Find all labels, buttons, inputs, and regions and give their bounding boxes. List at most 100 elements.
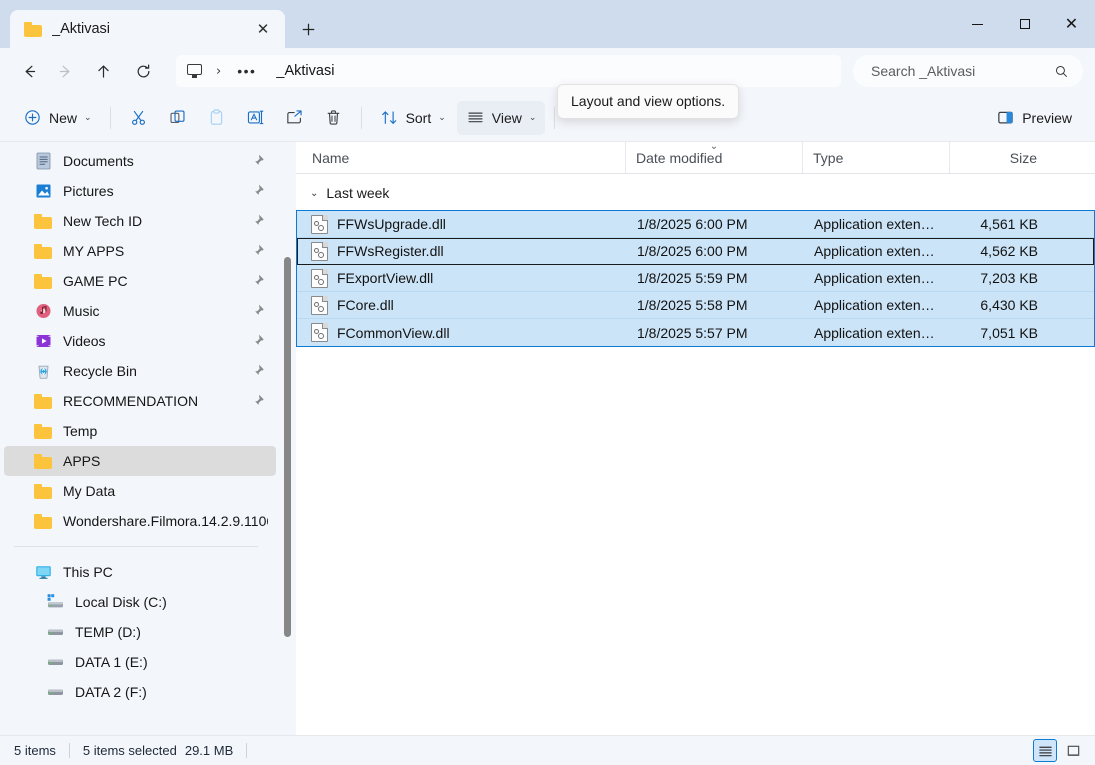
sidebar-item-music[interactable]: Music: [4, 296, 276, 326]
sidebar-item-this-pc[interactable]: This PC: [4, 557, 276, 587]
minimize-button[interactable]: [954, 0, 1001, 48]
sidebar-item-new-tech-id[interactable]: New Tech ID: [4, 206, 276, 236]
sidebar-item-label: RECOMMENDATION: [63, 393, 244, 409]
view-toggle-group: [1033, 739, 1085, 762]
table-row[interactable]: FCore.dll 1/8/2025 5:58 PM Application e…: [297, 292, 1094, 319]
details-view-button[interactable]: [1033, 739, 1057, 762]
up-button[interactable]: [86, 55, 120, 87]
column-header-filler: [1051, 142, 1095, 173]
new-tab-button[interactable]: [291, 13, 325, 45]
window-controls: ✕: [954, 0, 1095, 48]
tooltip-layout-and-view-options: Layout and view options.: [557, 84, 739, 119]
explorer-body: Documents Pictures: [0, 142, 1095, 735]
drive-icon: [46, 683, 65, 701]
sidebar-item-label: Documents: [63, 153, 244, 169]
dll-file-icon: [311, 215, 328, 234]
arrow-left-icon: [20, 62, 39, 81]
status-bar: 5 items 5 items selected 29.1 MB: [0, 735, 1095, 765]
preview-button-label: Preview: [1022, 110, 1072, 126]
search-input[interactable]: Search _Aktivasi: [853, 55, 1083, 87]
file-type: Application extens…: [804, 243, 951, 259]
copy-icon: [168, 108, 187, 127]
sidebar-item-my-data[interactable]: My Data: [4, 476, 276, 506]
sidebar-item-data2-f[interactable]: DATA 2 (F:): [4, 677, 276, 707]
view-button[interactable]: View ⌄: [457, 101, 546, 135]
breadcrumb-separator: ›: [210, 64, 227, 79]
column-header-name[interactable]: Name: [296, 142, 626, 173]
navigation-scrollbar[interactable]: [282, 142, 292, 735]
this-pc-icon: [34, 563, 53, 581]
delete-button[interactable]: [315, 101, 352, 135]
chevron-down-icon: ⌄: [438, 113, 446, 123]
sidebar-item-pictures[interactable]: Pictures: [4, 176, 276, 206]
view-lines-icon: [466, 108, 485, 127]
sidebar-item-label: This PC: [63, 564, 268, 580]
sidebar-item-my-apps[interactable]: MY APPS: [4, 236, 276, 266]
close-tab-icon[interactable]: ✕: [249, 15, 277, 43]
file-list: ⌄ Last week FFWsUpgrade.dll 1/8/2025 6:0…: [296, 174, 1095, 735]
folder-icon: [34, 482, 53, 500]
sidebar-item-data1-e[interactable]: DATA 1 (E:): [4, 647, 276, 677]
back-button[interactable]: [12, 55, 46, 87]
paste-button[interactable]: [198, 101, 235, 135]
sidebar-item-recycle-bin[interactable]: Recycle Bin: [4, 356, 276, 386]
address-bar[interactable]: › ••• _Aktivasi: [176, 55, 841, 87]
sidebar-item-label: Music: [63, 303, 244, 319]
rename-icon: [246, 108, 265, 127]
column-header-date-modified[interactable]: ⌄ Date modified: [626, 142, 803, 173]
table-row[interactable]: FExportView.dll 1/8/2025 5:59 PM Applica…: [297, 265, 1094, 292]
file-name-cell: FCommonView.dll: [297, 323, 627, 342]
sidebar-item-game-pc[interactable]: GAME PC: [4, 266, 276, 296]
sidebar-item-apps[interactable]: APPS: [4, 446, 276, 476]
column-header-name-label: Name: [312, 150, 349, 166]
sidebar-item-label: Pictures: [63, 183, 244, 199]
scrollbar-thumb[interactable]: [284, 257, 291, 637]
details-view-icon: [1038, 744, 1053, 758]
rename-button[interactable]: [237, 101, 274, 135]
chevron-down-icon: ⌄: [310, 188, 318, 199]
close-window-button[interactable]: ✕: [1048, 0, 1095, 48]
new-button[interactable]: New ⌄: [14, 101, 101, 135]
forward-button[interactable]: [48, 55, 82, 87]
pin-icon: [254, 273, 268, 289]
search-icon: [1054, 64, 1069, 79]
sidebar-item-wondershare-filmora[interactable]: Wondershare.Filmora.14.2.9.11061.: [4, 506, 276, 536]
refresh-button[interactable]: [126, 55, 160, 87]
sidebar-item-temp[interactable]: Temp: [4, 416, 276, 446]
pin-icon: [254, 363, 268, 379]
sidebar-item-videos[interactable]: Videos: [4, 326, 276, 356]
table-row[interactable]: FCommonView.dll 1/8/2025 5:57 PM Applica…: [297, 319, 1094, 346]
file-date: 1/8/2025 5:58 PM: [627, 297, 804, 313]
table-row[interactable]: FFWsUpgrade.dll 1/8/2025 6:00 PM Applica…: [297, 211, 1094, 238]
sort-descending-icon: ⌄: [710, 142, 718, 152]
file-name: FFWsUpgrade.dll: [337, 216, 446, 232]
copy-button[interactable]: [159, 101, 196, 135]
sort-button[interactable]: Sort ⌄: [371, 101, 455, 135]
sidebar-item-local-disk-c[interactable]: Local Disk (C:): [4, 587, 276, 617]
breadcrumb-current-folder[interactable]: _Aktivasi: [266, 61, 342, 81]
cut-button[interactable]: [120, 101, 157, 135]
share-button[interactable]: [276, 101, 313, 135]
file-size: 7,203 KB: [951, 270, 1052, 286]
pin-icon: [254, 333, 268, 349]
sidebar-item-label: Videos: [63, 333, 244, 349]
column-header-size-label: Size: [1010, 150, 1037, 166]
sidebar-item-temp-d[interactable]: TEMP (D:): [4, 617, 276, 647]
large-icons-view-button[interactable]: [1061, 739, 1085, 762]
preview-button[interactable]: Preview: [987, 101, 1081, 135]
breadcrumb-overflow-button[interactable]: •••: [231, 61, 262, 81]
group-header-last-week[interactable]: ⌄ Last week: [296, 180, 1095, 206]
column-header-type[interactable]: Type: [803, 142, 950, 173]
new-button-label: New: [49, 110, 77, 126]
command-bar: New ⌄: [0, 94, 1095, 142]
file-name-cell: FFWsUpgrade.dll: [297, 215, 627, 234]
sidebar-item-documents[interactable]: Documents: [4, 146, 276, 176]
column-header-size[interactable]: Size: [950, 142, 1051, 173]
maximize-button[interactable]: [1001, 0, 1048, 48]
sidebar-item-recommendation[interactable]: RECOMMENDATION: [4, 386, 276, 416]
folder-icon: [34, 242, 53, 260]
preview-pane-icon: [996, 108, 1015, 127]
table-row[interactable]: FFWsRegister.dll 1/8/2025 6:00 PM Applic…: [297, 238, 1094, 265]
file-name: FCore.dll: [337, 297, 394, 313]
tab-aktivasi[interactable]: _Aktivasi ✕: [10, 10, 285, 48]
